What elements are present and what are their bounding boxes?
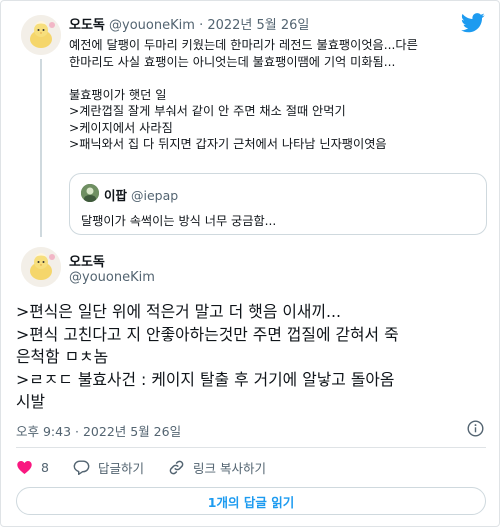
main-text-line: >ㄹㅈㄷ 불효사건 : 케이지 탈출 후 거기에 알낳고 돌아옴 bbox=[16, 369, 395, 389]
main-tweet-text: >편식은 일단 위에 적은거 말고 더 햇음 이새끼... >편식 고친다고 지… bbox=[16, 301, 494, 414]
parent-author-name[interactable]: 오도독 bbox=[69, 18, 105, 33]
tweet-actions: 8 답글하기 링크 복사하기 bbox=[16, 457, 290, 477]
main-author-name[interactable]: 오도독 bbox=[69, 251, 105, 270]
info-icon[interactable] bbox=[467, 420, 484, 437]
like-count: 8 bbox=[41, 459, 49, 475]
parent-text-line bbox=[69, 70, 487, 87]
quote-author-name: 이팝 bbox=[104, 188, 128, 203]
main-text-line: >편식은 일단 위에 적은거 말고 더 햇음 이새끼... bbox=[16, 302, 342, 321]
main-author-handle[interactable]: @youoneKim bbox=[69, 270, 155, 285]
parent-text-line: >계란껍질 잘게 부숴서 같이 안 주면 채소 절때 안먹기 bbox=[69, 104, 346, 118]
main-text-line: 시발 bbox=[16, 392, 46, 411]
tweet-timestamp[interactable]: 오후 9:43 · 2022년 5월 26일 bbox=[16, 421, 181, 440]
parent-author-handle[interactable]: @youoneKim bbox=[109, 18, 195, 33]
link-icon bbox=[169, 460, 184, 474]
parent-text-line: 한마리도 사실 효팽이는 아니엇는데 불효팽이땜에 기억 미화됨... bbox=[69, 54, 396, 69]
parent-text-line: 불효팽이가 햇던 일 bbox=[69, 87, 167, 102]
quote-header: 이팝 @iepap bbox=[104, 185, 178, 204]
parent-tweet-date[interactable]: 2022년 5월 26일 bbox=[207, 18, 309, 33]
parent-text-line: >패닉와서 집 다 뒤지면 갑자기 근처에서 나타남 닌자팽이엿음 bbox=[69, 137, 387, 151]
copy-link-label: 링크 복사하기 bbox=[192, 460, 266, 476]
parent-author-avatar[interactable] bbox=[21, 15, 61, 55]
quote-author-handle: @iepap bbox=[131, 188, 179, 203]
main-text-line: >편식 고친다고 지 안좋아하는것만 주면 껍질에 갇혀서 죽 bbox=[16, 324, 399, 344]
copy-link-button[interactable]: 링크 복사하기 bbox=[168, 458, 266, 477]
main-author-avatar[interactable] bbox=[21, 247, 61, 287]
quote-text: 달팽이가 속썩이는 방식 너무 궁금함... bbox=[81, 214, 277, 228]
header-separator: · bbox=[199, 18, 204, 33]
heart-icon bbox=[17, 460, 32, 474]
main-text-line: 은척함 ㅁㅊ놈 bbox=[16, 347, 109, 366]
parent-tweet-header: 오도독 @youoneKim · 2022년 5월 26일 bbox=[69, 14, 309, 33]
read-replies-button[interactable]: 1개의 답글 읽기 bbox=[16, 487, 486, 515]
parent-text-line: >케이지에서 사라짐 bbox=[69, 120, 173, 135]
twitter-logo-icon[interactable] bbox=[461, 13, 485, 33]
parent-tweet-text: 예전에 달팽이 두마리 키웠는데 한마리가 레전드 불효팽이엇음...다른 한마… bbox=[69, 37, 487, 153]
like-button[interactable]: 8 bbox=[16, 459, 49, 476]
reply-bubble-icon bbox=[73, 460, 90, 475]
parent-text-line: 예전에 달팽이 두마리 키웠는데 한마리가 레전드 불효팽이엇음...다른 bbox=[69, 38, 418, 52]
quote-author-avatar bbox=[81, 184, 99, 202]
thread-connector-line bbox=[40, 59, 42, 237]
actions-divider bbox=[16, 447, 486, 448]
tweet-card: 오도독 @youoneKim · 2022년 5월 26일 예전에 달팽이 두마… bbox=[0, 0, 500, 527]
reply-label: 답글하기 bbox=[97, 460, 144, 476]
quoted-tweet[interactable]: 이팝 @iepap 달팽이가 속썩이는 방식 너무 궁금함... bbox=[69, 173, 487, 235]
reply-button[interactable]: 답글하기 bbox=[73, 458, 144, 477]
